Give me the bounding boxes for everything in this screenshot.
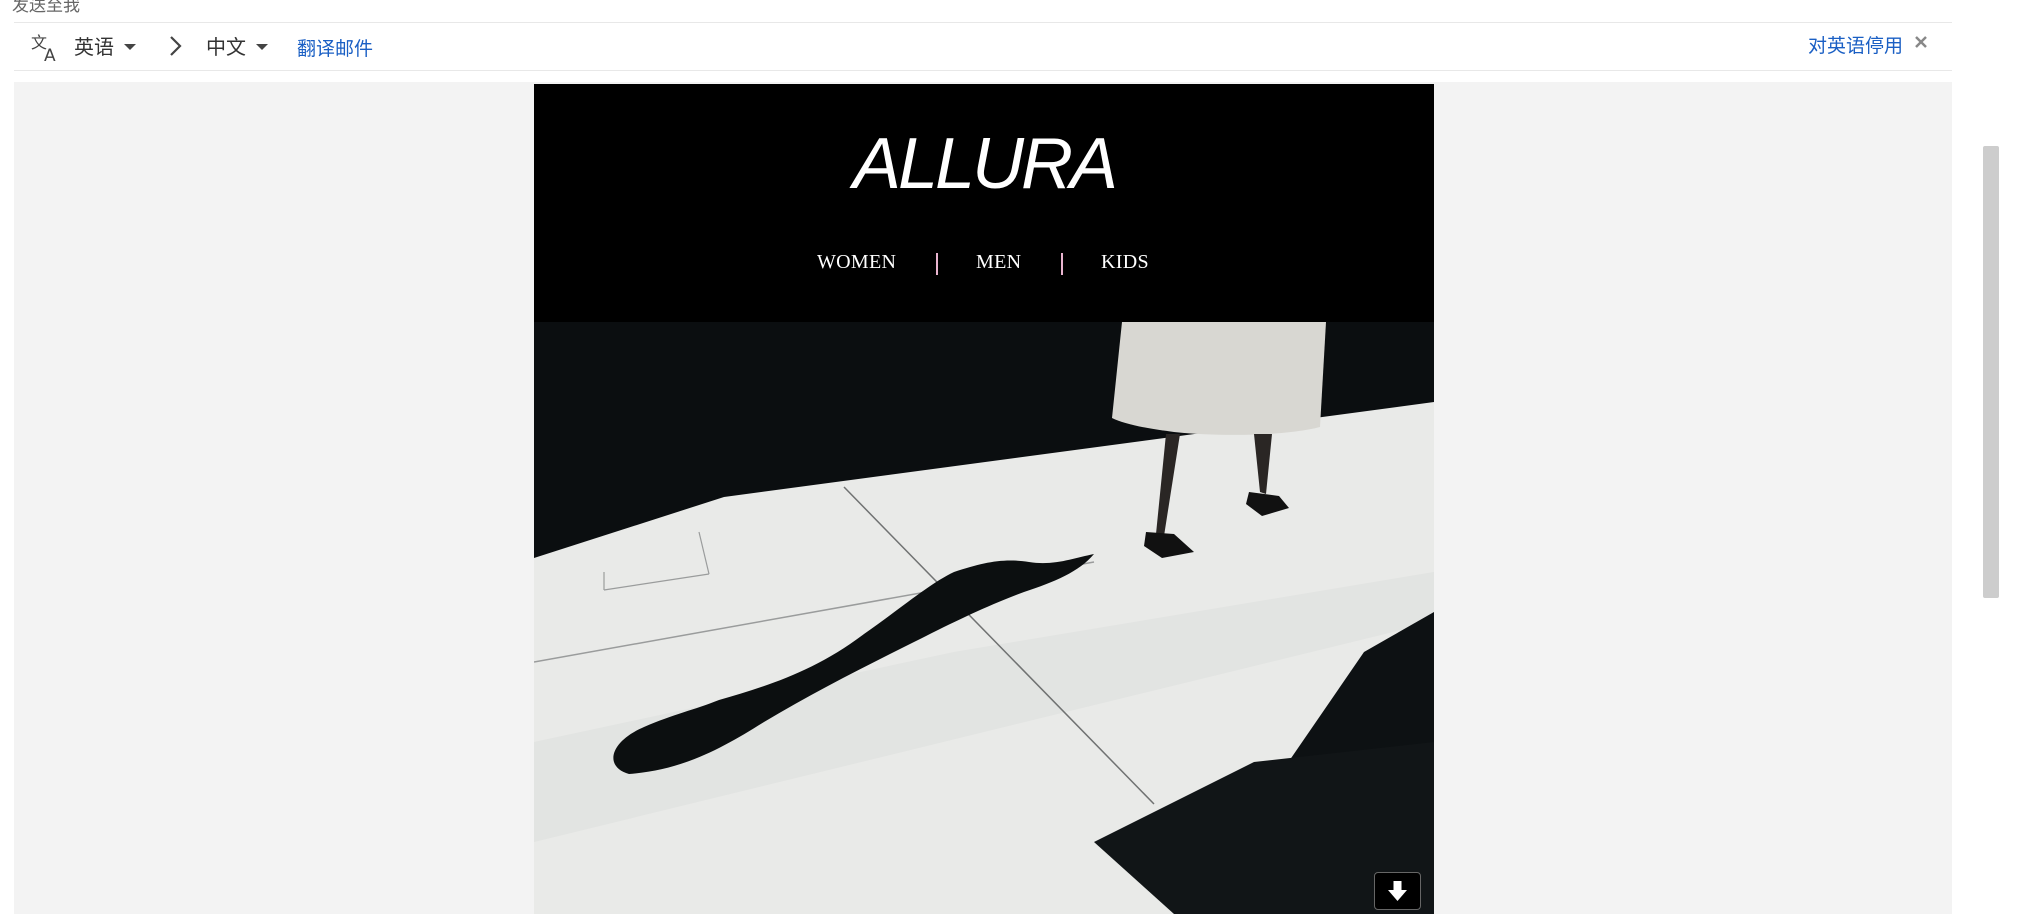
translate-email-link[interactable]: 翻译邮件	[297, 34, 373, 61]
download-arrow-icon	[1388, 881, 1407, 901]
nav-men[interactable]: MEN	[976, 251, 1021, 274]
source-language-label: 英语	[74, 35, 114, 59]
hero-image[interactable]	[534, 322, 1434, 914]
target-language-label: 中文	[206, 35, 246, 59]
email-header: ALLURA WOMEN MEN KIDS	[534, 84, 1434, 322]
divider	[14, 22, 1952, 23]
download-image-button[interactable]	[1374, 872, 1421, 910]
email-content: ALLURA WOMEN MEN KIDS	[534, 84, 1434, 914]
nav-kids[interactable]: KIDS	[1101, 251, 1149, 274]
recipient-line: 发送至我	[12, 0, 80, 16]
scrollbar-thumb[interactable]	[1983, 146, 1999, 598]
logo-text: ALLURA	[849, 126, 1115, 202]
chevron-right-icon	[170, 36, 182, 56]
disable-translation-link[interactable]: 对英语停用	[1808, 31, 1903, 58]
allura-logo[interactable]: ALLURA	[844, 126, 1124, 202]
caret-down-icon	[256, 44, 268, 50]
nav-separator	[936, 253, 938, 275]
source-language-select[interactable]: 英语	[74, 31, 136, 60]
nav-separator	[1061, 253, 1063, 275]
target-language-select[interactable]: 中文	[206, 31, 268, 60]
close-icon[interactable]	[1911, 32, 1931, 52]
svg-text:A: A	[44, 46, 56, 62]
divider	[14, 70, 1952, 71]
translate-icon: 文 A	[31, 33, 56, 62]
caret-down-icon	[124, 44, 136, 50]
nav-women[interactable]: WOMEN	[817, 251, 896, 274]
